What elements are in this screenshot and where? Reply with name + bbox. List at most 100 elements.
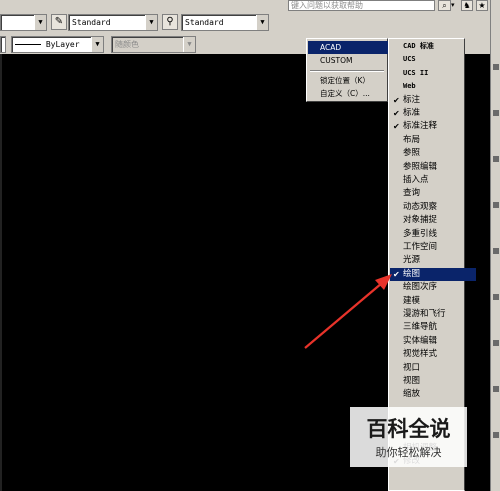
table-style-combo[interactable]: Standard ▼ [181, 14, 269, 31]
submenu-item-label: UCS II [403, 68, 429, 77]
submenu-item[interactable]: 缩放 [390, 388, 476, 401]
text-style-tail-combo[interactable]: ▼ [0, 14, 47, 31]
submenu-item[interactable]: 绘图次序 [390, 281, 476, 294]
submenu-item[interactable]: 对象捕捉 [390, 214, 476, 227]
submenu-item[interactable]: 光源 [390, 254, 476, 267]
submenu-item[interactable]: 布局 [390, 134, 476, 147]
dock-tool-icon[interactable] [493, 64, 499, 70]
plot-style-value: 随颜色 [115, 40, 139, 49]
chevron-down-icon: ▼ [183, 37, 195, 52]
submenu-item[interactable]: ✔ 标注 [390, 94, 476, 107]
communication-center-icon[interactable]: ♞ [461, 0, 473, 11]
submenu-item-label: 视图 [403, 376, 421, 386]
submenu-item-label: 动态观察 [403, 201, 438, 212]
submenu-item-label: 标准注释 [403, 121, 438, 132]
chevron-down-icon[interactable]: ▼ [34, 15, 46, 30]
menu-item-label: ACAD [320, 43, 342, 52]
watermark-title: 百科全说 [366, 417, 451, 441]
submenu-item-label: 插入点 [403, 175, 429, 185]
menu-item-customize[interactable]: 自定义（C）... [308, 87, 398, 100]
dock-tool-icon[interactable] [493, 432, 499, 438]
submenu-item-label: CAD 标准 [403, 42, 434, 50]
dim-style-combo[interactable]: Standard ▼ [68, 14, 158, 31]
submenu-item-label: UCS [403, 55, 416, 64]
checkmark-icon: ✔ [393, 269, 400, 279]
search-icon[interactable]: ⌕ [438, 0, 451, 11]
submenu-item-label: 三维导航 [403, 322, 438, 333]
submenu-item[interactable]: ✔ 标准 [390, 107, 476, 120]
submenu-item-label: 绘图次序 [403, 282, 438, 293]
submenu-item[interactable]: ✔ 绘图 [390, 267, 476, 282]
table-style-value: Standard [185, 18, 224, 27]
submenu-item[interactable]: 动态观察 [390, 201, 476, 214]
submenu-item[interactable]: 建模 [390, 295, 476, 308]
dock-tool-icon[interactable] [493, 340, 499, 346]
canvas-border [0, 54, 2, 491]
submenu-item-label: 绘图 [403, 268, 421, 279]
submenu-item-label: Web [403, 82, 416, 91]
checkmark-icon: ✔ [393, 109, 400, 118]
dock-tool-icon[interactable] [493, 110, 499, 116]
linetype-value: ByLayer [45, 40, 80, 49]
submenu-item[interactable]: 漫游和飞行 [390, 308, 476, 321]
watermark-subtitle: 助你轻松解决 [375, 446, 442, 459]
submenu-item[interactable]: 工作空间 [390, 241, 476, 254]
submenu-item[interactable]: ✔ 标准注释 [390, 120, 476, 133]
chevron-down-icon[interactable]: ▼ [91, 37, 103, 52]
linetype-combo[interactable]: ByLayer ▼ [11, 36, 104, 53]
submenu-item[interactable]: 视图 [390, 375, 476, 388]
submenu-item-label: 实体编辑 [403, 335, 438, 346]
submenu-item-label: 布局 [403, 134, 421, 145]
submenu-item[interactable]: CAD 标准 [390, 40, 476, 53]
submenu-item[interactable]: 三维导航 [390, 321, 476, 334]
submenu-item-label: 标准 [403, 108, 421, 118]
menu-item-label: 自定义（C）... [320, 89, 370, 98]
submenu-item-label: 参照编辑 [403, 161, 438, 172]
submenu-item-label: 漫游和飞行 [403, 309, 446, 319]
submenu-item-label: 多重引线 [403, 228, 438, 239]
menu-item-label: CUSTOM [320, 56, 353, 65]
submenu-item-label: 光源 [403, 255, 421, 266]
text-style-icon[interactable]: ✎ [51, 14, 67, 30]
chevron-down-icon[interactable]: ▾ [451, 0, 459, 11]
watermark-logo: 百科全说 助你轻松解决 [350, 407, 467, 467]
dim-style-value: Standard [72, 18, 111, 27]
submenu-item[interactable]: 视觉样式 [390, 348, 476, 361]
submenu-item[interactable]: 参照编辑 [390, 161, 476, 174]
standard-toolbar: ▼ ✎ Standard ▼ ⚲ Standard ▼ 键入问题以获取帮助 ⌕ … [0, 0, 500, 34]
menu-item-acad[interactable]: ACAD ▶ [308, 41, 398, 54]
submenu-item[interactable]: 视口 [390, 362, 476, 375]
submenu-item[interactable]: UCS [390, 53, 476, 66]
favorites-star-icon[interactable]: ★ [476, 0, 488, 11]
submenu-item-label: 工作空间 [403, 242, 438, 252]
line-sample-icon [15, 44, 41, 45]
menu-item-lock-position[interactable]: 锁定位置（K） ▶ [308, 74, 398, 87]
dock-tool-icon[interactable] [493, 202, 499, 208]
submenu-item[interactable]: 多重引线 [390, 228, 476, 241]
submenu-item[interactable]: 实体编辑 [390, 335, 476, 348]
menu-item-custom[interactable]: CUSTOM ▶ [308, 54, 398, 67]
dock-tool-icon[interactable] [493, 386, 499, 392]
layer-combo-edge[interactable] [0, 36, 6, 53]
table-style-icon[interactable]: ⚲ [162, 14, 178, 30]
submenu-item[interactable]: Web [390, 80, 476, 93]
help-search-input[interactable]: 键入问题以获取帮助 [288, 0, 435, 11]
submenu-item-label: 缩放 [403, 389, 421, 400]
dock-tool-icon[interactable] [493, 248, 499, 254]
menu-item-label: 锁定位置（K） [320, 76, 370, 85]
checkmark-icon: ✔ [393, 95, 400, 105]
chevron-down-icon[interactable]: ▼ [256, 15, 268, 30]
submenu-item-label: 参照 [403, 148, 421, 159]
right-tool-dock [490, 0, 500, 491]
checkmark-icon: ✔ [393, 122, 400, 132]
submenu-item-label: 标注 [403, 94, 421, 105]
submenu-item[interactable]: UCS II [390, 67, 476, 80]
dock-tool-icon[interactable] [493, 156, 499, 162]
submenu-item-label: 视口 [403, 362, 421, 373]
chevron-down-icon[interactable]: ▼ [145, 15, 157, 30]
submenu-item[interactable]: 查询 [390, 187, 476, 200]
submenu-item[interactable]: 插入点 [390, 174, 476, 187]
dock-tool-icon[interactable] [493, 294, 499, 300]
submenu-item[interactable]: 参照 [390, 147, 476, 160]
submenu-item-label: 查询 [403, 188, 421, 199]
